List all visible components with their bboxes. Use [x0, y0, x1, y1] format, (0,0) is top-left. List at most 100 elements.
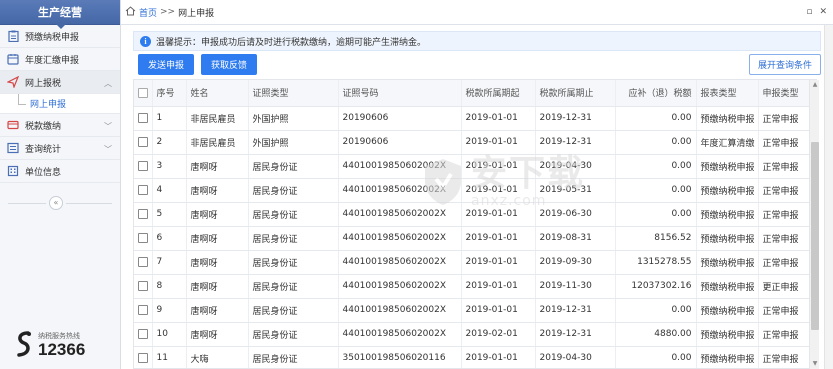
table-cell: 3 [152, 154, 187, 179]
scroll-down-icon[interactable]: ▼ [810, 359, 820, 369]
collapse-sidebar-button[interactable]: « [49, 196, 63, 210]
scroll-up-icon[interactable]: ▲ [810, 80, 820, 90]
table-cell: 5 [152, 202, 187, 227]
sidebar-item-label: 网上报税 [25, 78, 62, 89]
table-cell: 2019-02-01 [461, 322, 536, 347]
row-checkbox[interactable] [134, 178, 153, 203]
restore-icon[interactable]: ▫ [806, 7, 812, 17]
column-header[interactable]: 税款所属期起 [461, 80, 536, 107]
row-checkbox[interactable] [134, 298, 153, 323]
send-declaration-button[interactable]: 发送申报 [138, 54, 195, 75]
table-cell: 44010019850602002X [338, 274, 462, 299]
table-cell: 7 [152, 250, 187, 275]
row-checkbox[interactable] [134, 346, 153, 368]
send-icon [7, 76, 19, 88]
toolbar: 发送申报 获取反馈 [138, 54, 258, 75]
sidebar-item-annual-declaration[interactable]: 年度汇缴申报 [0, 48, 120, 71]
table-cell: 4880.00 [615, 322, 697, 347]
table-cell: 2019-04-30 [535, 346, 616, 368]
table-cell: 0.00 [615, 178, 697, 203]
select-all-checkbox[interactable] [134, 80, 153, 107]
expand-query-button[interactable]: 展开查询条件 [748, 54, 821, 75]
row-checkbox[interactable] [134, 274, 153, 299]
sidebar-title: 生产经营 [0, 0, 120, 29]
table-cell: 唐啊呀 [186, 274, 249, 299]
fetch-feedback-button[interactable]: 获取反馈 [201, 54, 258, 75]
table-cell: 6 [152, 226, 187, 251]
hotline-number: 12366 [38, 339, 86, 359]
divider [66, 203, 112, 204]
table-cell: 2019-11-30 [535, 274, 616, 299]
row-checkbox[interactable] [134, 250, 153, 275]
notice-bar: i 温馨提示：申报成功后请及时进行税款缴纳，逾期可能产生滞纳金。 [133, 31, 821, 51]
table-scrollbar[interactable]: ▲ ▼ [809, 80, 819, 369]
breadcrumb-current: 网上申报 [178, 8, 215, 19]
row-checkbox[interactable] [134, 226, 153, 251]
row-checkbox[interactable] [134, 154, 153, 179]
table-cell: 0.00 [615, 346, 697, 368]
table-cell: 0.00 [615, 298, 697, 323]
table-cell: 8156.52 [615, 226, 697, 251]
column-header[interactable]: 姓名 [186, 80, 249, 107]
sidebar-item-tax-payment[interactable]: 税款缴纳 ﹀ [0, 114, 120, 137]
table-cell: 2019-12-31 [535, 322, 616, 347]
sidebar-item-online-tax[interactable]: 网上报税 ︿ [0, 71, 120, 94]
table-row[interactable]: 2 非居民雇员 外国护照 20190606 2019-01-01 2019-12-31 0.… [134, 130, 816, 155]
table-row[interactable]: 6 唐啊呀 居民身份证 44010019850602002X 2019-01-01 201… [134, 226, 816, 251]
column-header[interactable]: 证照号码 [338, 80, 462, 107]
row-checkbox[interactable] [134, 322, 153, 347]
table-row[interactable]: 5 唐啊呀 居民身份证 44010019850602002X 2019-01-01 201… [134, 202, 816, 227]
table-cell: 预缴纳税申报 [696, 346, 759, 368]
table-row[interactable]: 1 非居民雇员 外国护照 20190606 2019-01-01 2019-12-31 0.… [134, 106, 816, 131]
table-cell: 44010019850602002X [338, 250, 462, 275]
sidebar-item-label: 税款缴纳 [25, 121, 62, 132]
table-cell: 2019-12-31 [535, 106, 616, 131]
table-cell: 2019-01-01 [461, 154, 536, 179]
table-row[interactable]: 10 唐啊呀 居民身份证 44010019850602002X 2019-02-01 20… [134, 322, 816, 347]
table-row[interactable]: 8 唐啊呀 居民身份证 44010019850602002X 2019-01-01 201… [134, 274, 816, 299]
row-checkbox[interactable] [134, 106, 153, 131]
table-row[interactable]: 3 唐啊呀 居民身份证 44010019850602002X 2019-01-01 201… [134, 154, 816, 179]
table-cell: 44010019850602002X [338, 178, 462, 203]
sidebar-item-unit-info[interactable]: 单位信息 [0, 160, 120, 183]
sidebar-item-online-declaration[interactable]: 网上申报 [0, 94, 120, 114]
table-cell: 0.00 [615, 154, 697, 179]
column-header[interactable]: 序号 [152, 80, 187, 107]
table-row[interactable]: 9 唐啊呀 居民身份证 44010019850602002X 2019-01-01 201… [134, 298, 816, 323]
table-row[interactable]: 11 大嗨 居民身份证 350100198506020116 2019-01-01 201… [134, 346, 816, 368]
sidebar-item-query-stats[interactable]: 查询统计 ﹀ [0, 137, 120, 160]
table-cell: 2019-04-30 [535, 154, 616, 179]
table-row[interactable]: 4 唐啊呀 居民身份证 44010019850602002X 2019-01-01 201… [134, 178, 816, 203]
sidebar-item-prepay-declaration[interactable]: 预缴纳税申报 [0, 25, 120, 48]
row-checkbox[interactable] [134, 130, 153, 155]
table-cell: 唐啊呀 [186, 202, 249, 227]
table-cell: 0.00 [615, 202, 697, 227]
column-header[interactable]: 报表类型 [696, 80, 759, 107]
calendar-icon [7, 53, 19, 65]
table-cell: 居民身份证 [248, 298, 339, 323]
table-cell: 11 [152, 346, 187, 368]
table-cell: 预缴纳税申报 [696, 298, 759, 323]
column-header[interactable]: 税款所属期止 [535, 80, 616, 107]
query-icon [7, 142, 19, 154]
window-controls: ▫ ✕ [806, 7, 827, 17]
breadcrumb-home-link[interactable]: 首页 [139, 6, 157, 19]
table-cell: 预缴纳税申报 [696, 202, 759, 227]
table-cell: 2019-01-01 [461, 346, 536, 368]
table-row[interactable]: 7 唐啊呀 居民身份证 44010019850602002X 2019-01-01 201… [134, 250, 816, 275]
sidebar-item-label: 网上申报 [30, 100, 67, 110]
table-cell: 1315278.55 [615, 250, 697, 275]
column-header[interactable]: 证照类型 [248, 80, 339, 107]
table-cell: 唐啊呀 [186, 178, 249, 203]
row-checkbox[interactable] [134, 202, 153, 227]
sidebar-item-label: 单位信息 [25, 167, 62, 178]
table-cell: 预缴纳税申报 [696, 274, 759, 299]
table-cell: 居民身份证 [248, 346, 339, 368]
table-cell: 预缴纳税申报 [696, 106, 759, 131]
table-cell: 44010019850602002X [338, 298, 462, 323]
scrollbar-thumb[interactable] [811, 142, 819, 330]
sidebar-item-label: 查询统计 [25, 144, 62, 155]
column-header[interactable]: 应补（退）税额 [615, 80, 697, 107]
close-icon[interactable]: ✕ [819, 7, 827, 17]
table-cell: 2019-01-01 [461, 298, 536, 323]
